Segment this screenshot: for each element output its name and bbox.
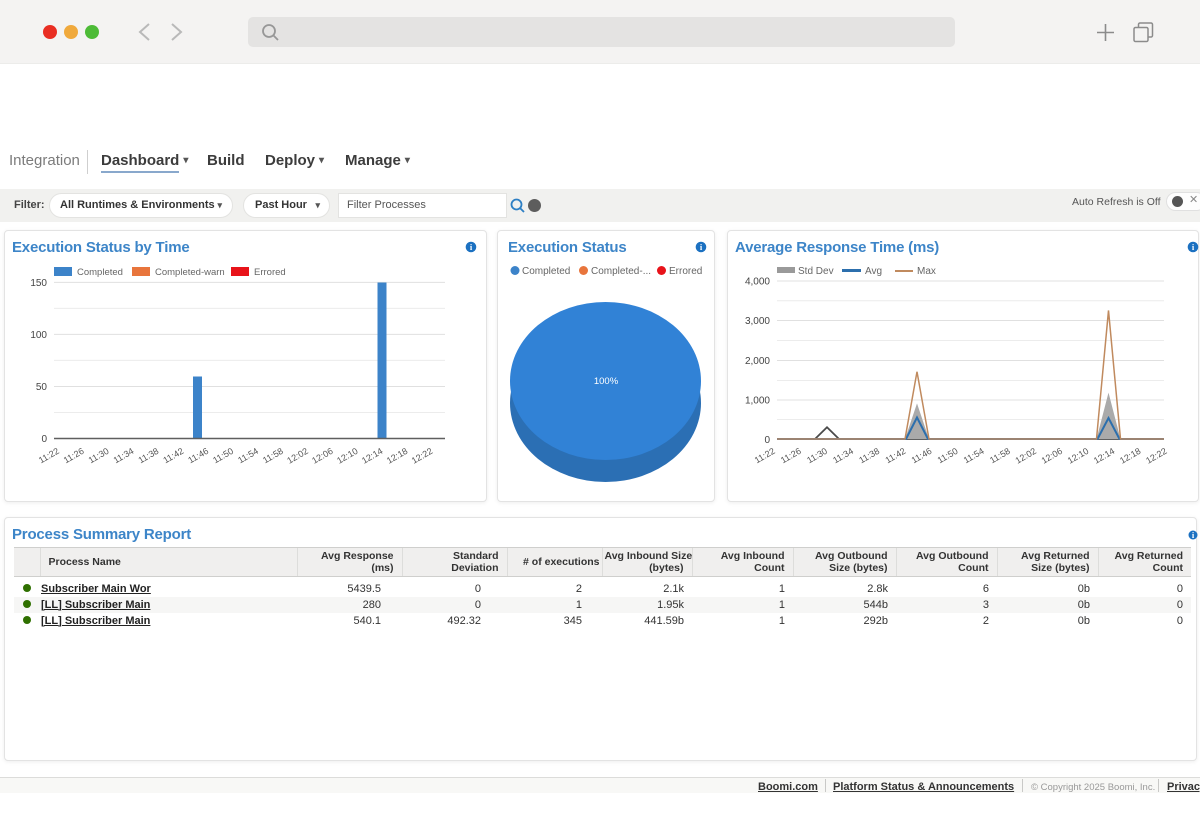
svg-text:12:14: 12:14 — [360, 446, 385, 466]
svg-text:12:10: 12:10 — [335, 446, 360, 466]
svg-text:Errored: Errored — [254, 267, 286, 278]
svg-text:3,000: 3,000 — [745, 316, 770, 327]
svg-text:11:22: 11:22 — [753, 446, 777, 466]
svg-text:12:06: 12:06 — [1040, 446, 1065, 466]
svg-text:11:42: 11:42 — [883, 446, 907, 466]
svg-text:0: 0 — [41, 434, 47, 445]
svg-text:Errored: Errored — [669, 266, 702, 277]
svg-text:100%: 100% — [594, 376, 619, 387]
svg-text:2,000: 2,000 — [745, 356, 770, 367]
svg-text:11:26: 11:26 — [62, 446, 86, 466]
svg-text:11:34: 11:34 — [112, 446, 136, 466]
svg-text:12:02: 12:02 — [285, 446, 310, 466]
svg-text:11:22: 11:22 — [37, 446, 61, 466]
svg-text:4,000: 4,000 — [745, 277, 770, 288]
svg-text:Completed-...: Completed-... — [591, 266, 651, 277]
svg-text:12:10: 12:10 — [1066, 446, 1091, 466]
svg-text:50: 50 — [36, 382, 48, 393]
svg-text:Completed: Completed — [522, 266, 570, 277]
svg-text:11:46: 11:46 — [186, 446, 210, 466]
svg-text:12:18: 12:18 — [1118, 446, 1143, 466]
svg-text:11:58: 11:58 — [261, 446, 285, 466]
svg-text:12:02: 12:02 — [1013, 446, 1038, 466]
svg-text:Max: Max — [917, 266, 936, 277]
svg-text:12:22: 12:22 — [1144, 446, 1169, 466]
svg-text:Avg: Avg — [865, 266, 882, 277]
svg-text:11:50: 11:50 — [211, 446, 235, 466]
svg-text:Completed: Completed — [77, 267, 123, 278]
svg-text:12:14: 12:14 — [1092, 446, 1117, 466]
svg-text:12:18: 12:18 — [385, 446, 410, 466]
svg-text:11:46: 11:46 — [910, 446, 934, 466]
svg-text:11:38: 11:38 — [136, 446, 160, 466]
svg-text:11:54: 11:54 — [236, 446, 260, 466]
svg-text:150: 150 — [30, 278, 47, 289]
svg-text:11:26: 11:26 — [779, 446, 803, 466]
svg-text:0: 0 — [764, 435, 770, 446]
svg-text:12:06: 12:06 — [310, 446, 335, 466]
svg-text:11:34: 11:34 — [831, 446, 855, 466]
svg-text:11:58: 11:58 — [988, 446, 1012, 466]
svg-text:11:30: 11:30 — [805, 446, 829, 466]
svg-text:11:38: 11:38 — [857, 446, 881, 466]
svg-text:100: 100 — [30, 330, 47, 341]
svg-text:11:30: 11:30 — [87, 446, 111, 466]
svg-text:11:50: 11:50 — [936, 446, 960, 466]
svg-text:Completed-warn: Completed-warn — [155, 267, 225, 278]
svg-text:11:42: 11:42 — [161, 446, 185, 466]
svg-text:12:22: 12:22 — [410, 446, 435, 466]
svg-text:Std Dev: Std Dev — [798, 266, 834, 277]
svg-text:11:54: 11:54 — [962, 446, 986, 466]
svg-text:1,000: 1,000 — [745, 396, 770, 407]
